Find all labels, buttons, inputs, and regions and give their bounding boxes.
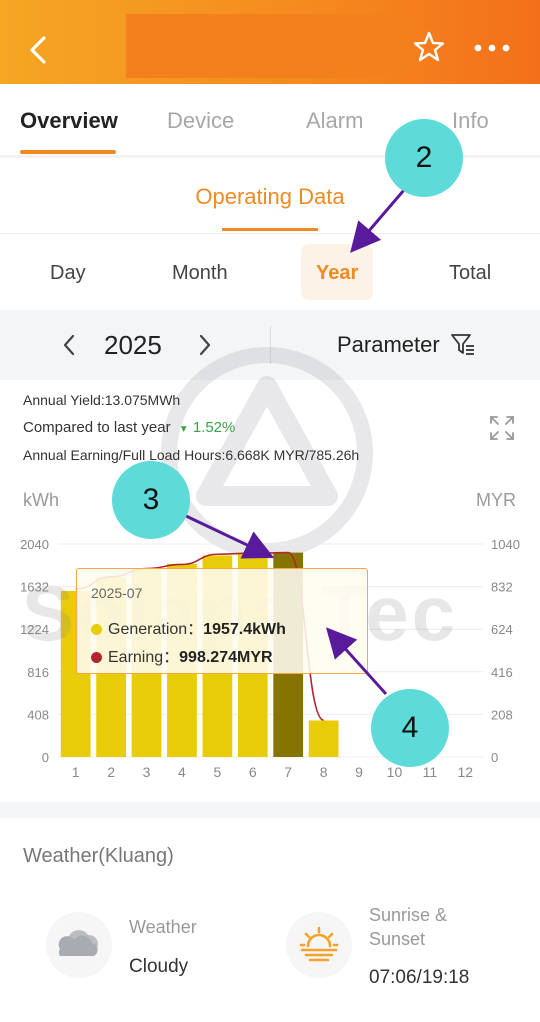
period-day[interactable]: Day [50,262,86,285]
tooltip-earning-row: Earning：998.274MYR [91,643,273,667]
compared-value: 1.52% [192,419,236,436]
sun-label-1: Sunrise & [369,905,448,925]
tooltip-earning-label: Earning： [108,649,180,666]
annotation-badge-2: 2 [385,119,463,197]
x-tick: 1 [72,764,80,780]
annotation-badge-3: 3 [112,461,190,539]
tab-device[interactable]: Device [167,108,234,134]
y-tick-right: 1040 [491,537,520,552]
weather-icon-wrap [46,912,112,978]
app-header [0,0,540,84]
tab-info[interactable]: Info [452,108,489,134]
weather-title: Weather(Kluang) [23,845,174,867]
x-tick: 9 [355,764,363,780]
x-tick: 11 [423,764,438,780]
compared-label: Compared to last year [23,419,171,436]
tooltip-generation-value: 1957.4kWh [203,621,286,638]
filter-icon[interactable] [450,332,476,358]
period-total[interactable]: Total [449,262,491,285]
more-dots-icon [474,44,510,52]
tab-overview[interactable]: Overview [20,108,118,134]
annual-yield: Annual Yield:13.075MWh [23,392,181,408]
x-tick: 2 [107,764,115,780]
y-tick-right: 416 [491,665,513,680]
x-tick: 3 [143,764,151,780]
annual-stats: Annual Yield:13.075MWh Compared to last … [23,392,359,474]
more-button[interactable] [470,36,514,60]
x-tick: 8 [320,764,328,780]
tooltip-generation-row: Generation：1957.4kWh [91,615,286,639]
period-month[interactable]: Month [172,262,228,285]
x-tick: 12 [458,764,474,780]
y-tick-left: 816 [27,665,49,680]
tooltip-date: 2025-07 [91,585,143,601]
y-tick-left: 0 [42,750,49,765]
chevron-left-icon [30,36,46,64]
x-tick: 4 [178,764,186,780]
annual-earning: Annual Earning/Full Load Hours:6.668K MY… [23,447,360,463]
tooltip-generation-label: Generation： [108,621,204,638]
tab-alarm[interactable]: Alarm [306,108,363,134]
back-button[interactable] [22,30,58,70]
y-tick-right: 832 [491,580,513,595]
y-tick-left: 2040 [20,537,49,552]
sun-value: 07:06/19:18 [369,967,470,988]
earning-dot-icon [91,652,102,664]
bar-8 [308,720,339,757]
y-tick-right: 208 [491,707,513,722]
active-tab-indicator [20,150,116,154]
x-tick: 6 [249,764,257,780]
weather-label: Weather [129,917,197,937]
annotation-badge-4: 4 [371,689,449,767]
redacted-title [126,14,410,78]
sun-label-2: Sunset [369,929,426,949]
cloud-icon [58,930,98,956]
x-tick: 7 [284,764,292,780]
sunrise-icon [299,926,339,962]
period-year[interactable]: Year [316,262,358,285]
left-axis-unit: kWh [23,490,59,510]
star-outline-icon [413,31,445,62]
weather-value: Cloudy [129,956,189,977]
x-tick: 10 [387,764,403,780]
compared-row: Compared to last year ▼ 1.52% [23,419,359,436]
section-indicator [222,228,318,231]
y-tick-right: 624 [491,622,513,637]
up-triangle-icon: ▼ [178,424,189,435]
favorite-button[interactable] [412,30,446,64]
prev-year-button[interactable] [56,330,84,360]
right-axis-unit: MYR [476,490,516,510]
tooltip-earning-value: 998.274MYR [179,649,273,666]
year-label: 2025 [104,330,162,360]
sunrise-icon-wrap [286,912,352,978]
expand-icon[interactable] [488,414,516,442]
y-tick-left: 408 [27,707,49,722]
x-tick: 5 [213,764,221,780]
section-divider [0,802,540,818]
y-tick-right: 0 [491,750,498,765]
period-selector: Day Month Year Total [0,236,540,310]
generation-dot-icon [91,624,102,636]
operating-data-tab[interactable]: Operating Data [0,184,540,210]
chart-tooltip: 2025-07 Generation：1957.4kWh Earning：998… [76,568,368,674]
chevron-left-icon [63,334,75,356]
